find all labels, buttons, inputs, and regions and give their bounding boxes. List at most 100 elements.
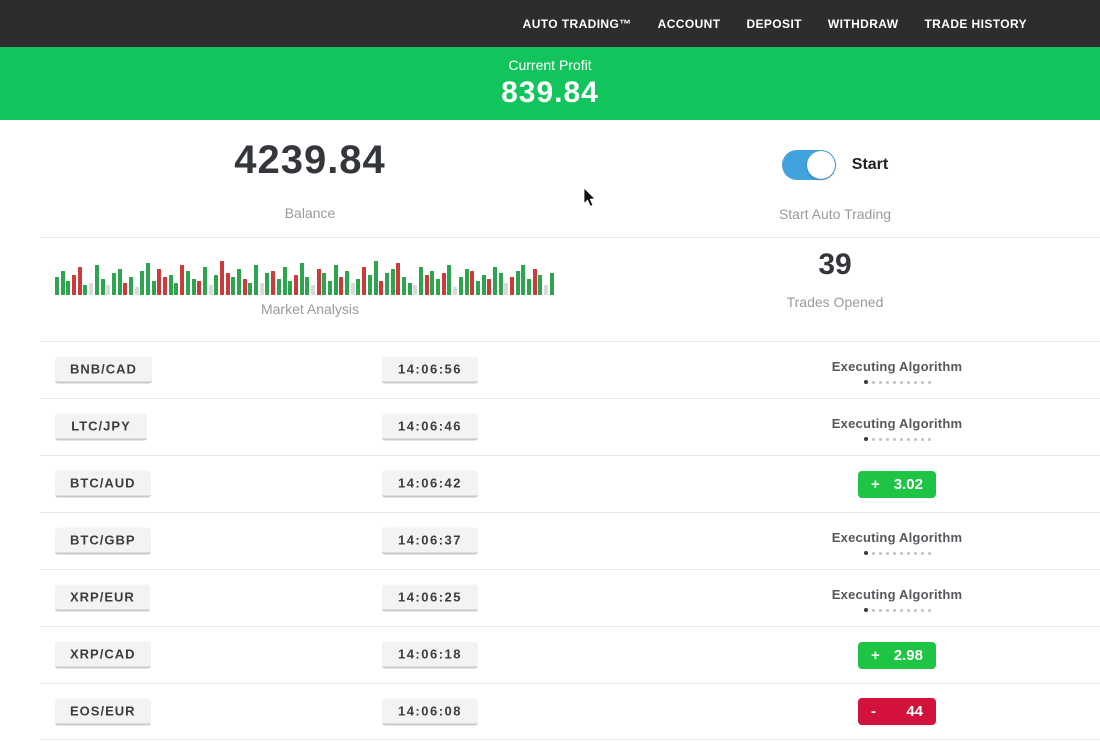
balance-value: 4239.84 bbox=[110, 138, 510, 183]
trade-status-cell: + 3.02 bbox=[782, 456, 1012, 512]
market-bar bbox=[72, 275, 76, 295]
market-bar bbox=[118, 269, 122, 295]
market-bar bbox=[419, 267, 423, 295]
progress-dot bbox=[914, 438, 917, 441]
market-bar bbox=[163, 277, 167, 295]
executing-label: Executing Algorithm bbox=[832, 587, 962, 602]
market-bar bbox=[385, 273, 389, 295]
progress-dot bbox=[900, 552, 903, 555]
market-bar bbox=[470, 271, 474, 295]
market-bar bbox=[288, 281, 292, 295]
pair-badge: EOS/EUR bbox=[55, 698, 151, 725]
result-sign: - bbox=[871, 703, 876, 720]
market-bar bbox=[459, 277, 463, 295]
nav-item-auto-trading[interactable]: AUTO TRADING™ bbox=[523, 17, 632, 31]
trades-opened-value: 39 bbox=[700, 248, 970, 282]
executing-label: Executing Algorithm bbox=[832, 359, 962, 374]
market-analysis-block: Market Analysis bbox=[55, 253, 565, 317]
auto-trading-block: Start Start Auto Trading bbox=[700, 150, 970, 222]
trade-row: XRP/EUR 14:06:25 Executing Algorithm bbox=[40, 569, 1100, 626]
market-bar bbox=[538, 275, 542, 295]
market-bar bbox=[101, 279, 105, 295]
progress-dot bbox=[928, 438, 931, 441]
top-nav: AUTO TRADING™ ACCOUNT DEPOSIT WITHDRAW T… bbox=[0, 0, 1100, 47]
result-sign: + bbox=[871, 476, 880, 493]
executing-label: Executing Algorithm bbox=[832, 530, 962, 545]
progress-dot bbox=[864, 380, 868, 384]
market-bar bbox=[402, 277, 406, 295]
market-bar bbox=[521, 265, 525, 295]
progress-dot bbox=[872, 438, 875, 441]
market-bar bbox=[430, 271, 434, 295]
time-badge: 14:06:37 bbox=[382, 528, 478, 555]
trade-row: BNB/CAD 14:06:56 Executing Algorithm bbox=[40, 341, 1100, 398]
progress-dot bbox=[886, 438, 889, 441]
market-bar bbox=[482, 275, 486, 295]
pair-badge: LTC/JPY bbox=[55, 414, 147, 441]
progress-dot bbox=[879, 381, 882, 384]
market-bar bbox=[146, 263, 150, 295]
market-bar bbox=[550, 273, 554, 295]
result-amount: 3.02 bbox=[894, 476, 923, 493]
market-bar bbox=[447, 265, 451, 295]
mouse-cursor bbox=[583, 188, 597, 208]
progress-dot bbox=[893, 609, 896, 612]
market-bar bbox=[112, 273, 116, 295]
trade-row: LTC/JPY 14:06:46 Executing Algorithm bbox=[40, 398, 1100, 455]
progress-dot bbox=[879, 438, 882, 441]
progress-dot bbox=[928, 609, 931, 612]
market-bar bbox=[192, 279, 196, 295]
trade-status-cell: Executing Algorithm bbox=[782, 399, 1012, 455]
progress-dot bbox=[872, 552, 875, 555]
market-bar bbox=[408, 283, 412, 295]
market-bar bbox=[345, 271, 349, 295]
trade-row: XRP/CAD 14:06:18 + 2.98 bbox=[40, 626, 1100, 683]
market-bar bbox=[237, 269, 241, 295]
progress-dots bbox=[832, 551, 962, 555]
progress-dot bbox=[900, 609, 903, 612]
market-bar bbox=[123, 283, 127, 295]
market-bar bbox=[436, 279, 440, 295]
market-bar bbox=[174, 283, 178, 295]
market-bar bbox=[61, 271, 65, 295]
market-analysis-bars bbox=[55, 253, 565, 295]
trades-table: BNB/CAD 14:06:56 Executing Algorithm LTC… bbox=[40, 341, 1100, 740]
nav-item-account[interactable]: ACCOUNT bbox=[658, 17, 721, 31]
progress-dot bbox=[914, 552, 917, 555]
progress-dot bbox=[893, 552, 896, 555]
market-bar bbox=[351, 283, 355, 295]
time-badge: 14:06:56 bbox=[382, 357, 478, 384]
market-bar bbox=[152, 281, 156, 295]
current-profit-banner: Current Profit 839.84 bbox=[0, 47, 1100, 120]
market-bar bbox=[476, 281, 480, 295]
auto-trading-toggle[interactable] bbox=[782, 150, 836, 180]
market-analysis-label: Market Analysis bbox=[55, 301, 565, 317]
market-bar bbox=[305, 277, 309, 295]
market-bar bbox=[368, 275, 372, 295]
market-bar bbox=[328, 281, 332, 295]
market-bar bbox=[180, 265, 184, 295]
trade-status-cell: - 44 bbox=[782, 684, 1012, 739]
market-bar bbox=[220, 261, 224, 295]
progress-dot bbox=[879, 609, 882, 612]
market-bar bbox=[89, 283, 93, 295]
market-bar bbox=[356, 279, 360, 295]
current-profit-value: 839.84 bbox=[0, 76, 1100, 110]
nav-item-deposit[interactable]: DEPOSIT bbox=[746, 17, 801, 31]
market-bar bbox=[271, 271, 275, 295]
progress-dot bbox=[907, 609, 910, 612]
progress-dot bbox=[928, 552, 931, 555]
market-bar bbox=[339, 277, 343, 295]
progress-dot bbox=[921, 438, 924, 441]
nav-item-withdraw[interactable]: WITHDRAW bbox=[828, 17, 899, 31]
progress-dot bbox=[872, 381, 875, 384]
trade-status-cell: + 2.98 bbox=[782, 627, 1012, 683]
progress-dot bbox=[914, 609, 917, 612]
progress-dots bbox=[832, 437, 962, 441]
time-badge: 14:06:18 bbox=[382, 642, 478, 669]
market-bar bbox=[442, 273, 446, 295]
nav-item-trade-history[interactable]: TRADE HISTORY bbox=[924, 17, 1027, 31]
market-bar bbox=[66, 281, 70, 295]
trades-opened-label: Trades Opened bbox=[700, 294, 970, 310]
result-amount: 2.98 bbox=[894, 647, 923, 664]
